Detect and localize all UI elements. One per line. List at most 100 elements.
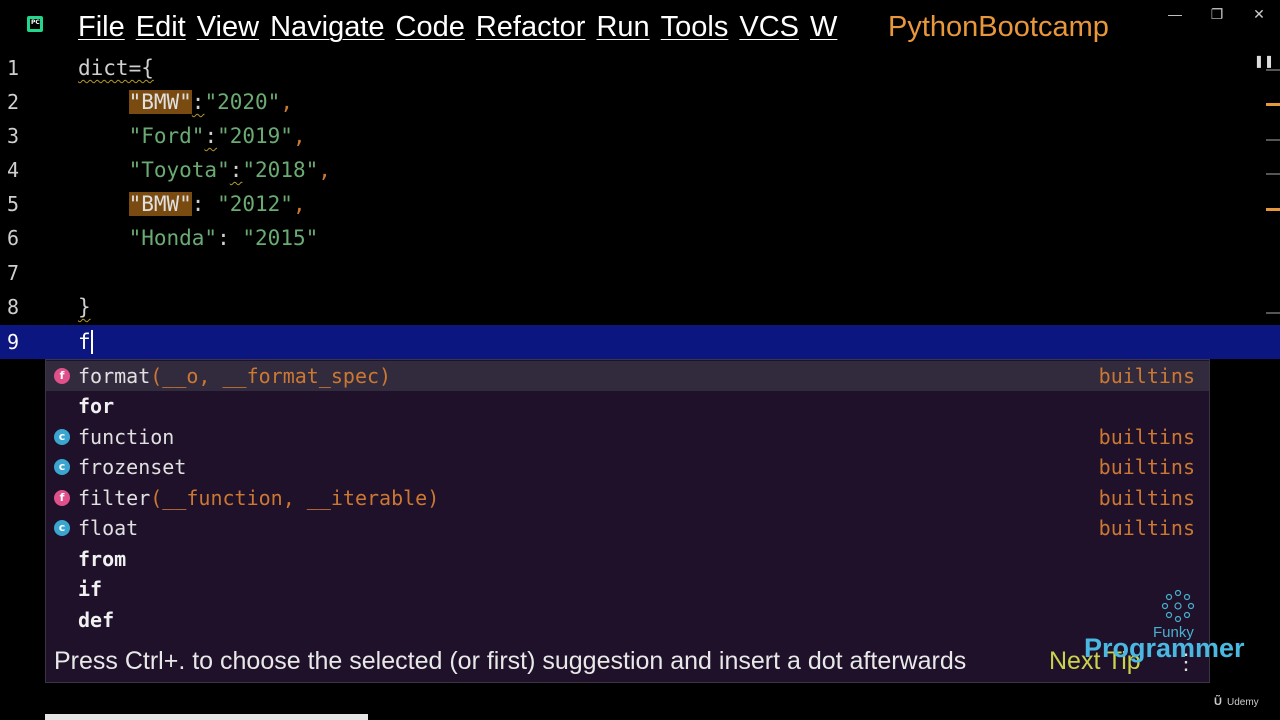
line-number: 8 (7, 295, 20, 319)
stripe-marker[interactable] (1266, 208, 1280, 211)
comma: , (318, 158, 331, 182)
current-line: 9 f (0, 325, 1280, 359)
completion-item[interactable]: for (46, 391, 1209, 421)
error-stripe[interactable]: ❚❚ (1254, 50, 1280, 720)
completion-item[interactable]: c function builtins (46, 422, 1209, 452)
comma: , (292, 124, 306, 148)
menu-vcs[interactable]: VCS (739, 10, 799, 44)
completion-label: frozenset (78, 455, 187, 479)
menu-code[interactable]: Code (396, 10, 465, 44)
window-controls: — ❐ ✕ (1168, 6, 1266, 23)
line-number: 2 (7, 90, 20, 114)
dict-value: "2015" (242, 226, 319, 250)
dict-key: "BMW" (128, 90, 192, 114)
line-number: 5 (7, 192, 20, 216)
code-text: "Honda": "2015" (78, 221, 319, 255)
menu-edit[interactable]: Edit (136, 10, 186, 44)
menu-navigate[interactable]: Navigate (270, 10, 384, 44)
stripe-marker[interactable] (1266, 173, 1280, 175)
code-text: "Ford":"2019", (78, 119, 306, 153)
code-text: "BMW":"2020", (78, 85, 293, 119)
completion-item[interactable]: if (46, 574, 1209, 604)
line-number: 3 (7, 124, 20, 148)
dict-value: "2019" (217, 124, 293, 148)
udemy-logo-icon: Ũ (1214, 696, 1222, 708)
restore-icon[interactable]: ❐ (1210, 6, 1224, 23)
dict-key: "Ford" (128, 124, 205, 148)
code-text: "Toyota":"2018", (78, 153, 331, 187)
completion-label: def (78, 608, 115, 632)
stripe-marker[interactable] (1266, 312, 1280, 314)
completion-item[interactable]: from (46, 544, 1209, 574)
project-name: PythonBootcamp (888, 11, 1109, 43)
udemy-watermark: Udemy (1227, 697, 1259, 708)
completion-name: format(__o, __format_spec) (78, 361, 391, 391)
title-bar: PC File Edit View Navigate Code Refactor… (0, 0, 1280, 50)
menu-refactor[interactable]: Refactor (476, 10, 586, 44)
dict-identifier: dict={ (78, 56, 154, 80)
dict-key: "Honda" (128, 226, 218, 250)
dict-value: "2020" (204, 90, 281, 114)
completion-label: for (78, 394, 115, 418)
minimize-icon[interactable]: — (1168, 6, 1182, 23)
key-separator: : (191, 192, 218, 216)
completion-item[interactable]: def (46, 605, 1209, 635)
key-separator: : (204, 124, 218, 148)
code-line: 8 } (0, 290, 1280, 324)
dict-value: "2012" (217, 192, 293, 216)
completion-item[interactable]: f filter(__function, __iterable) builtin… (46, 483, 1209, 513)
line-number: 9 (7, 330, 20, 354)
completion-label: float (78, 516, 139, 540)
completion-source: builtins (1098, 486, 1195, 510)
menu-window[interactable]: W (810, 10, 837, 44)
comma: , (280, 90, 293, 114)
code-line: 7 (0, 256, 1280, 290)
function-kind-icon: f (54, 368, 70, 384)
pycharm-icon: PC (27, 16, 43, 32)
line-number: 4 (7, 158, 20, 182)
code-text: dict={ (78, 51, 154, 85)
menu-run[interactable]: Run (596, 10, 649, 44)
function-kind-icon: f (54, 490, 70, 506)
completion-label: function (78, 425, 175, 449)
code-line: 1 dict={ (0, 51, 1280, 85)
key-separator: : (229, 158, 243, 182)
completion-params: (__function, __iterable) (150, 486, 440, 510)
completion-source: builtins (1098, 516, 1195, 540)
code-line: 5 "BMW": "2012", (0, 187, 1280, 221)
stripe-marker[interactable] (1266, 103, 1280, 106)
stripe-marker[interactable] (1266, 69, 1280, 71)
inspection-icon[interactable]: ❚❚ (1254, 54, 1274, 68)
line-number: 7 (7, 261, 20, 285)
completion-source: builtins (1098, 425, 1195, 449)
completion-item[interactable]: c float builtins (46, 513, 1209, 543)
code-line: 2 "BMW":"2020", (0, 85, 1280, 119)
close-icon[interactable]: ✕ (1252, 6, 1266, 23)
code-text: } (78, 295, 91, 319)
completion-label: format (78, 364, 151, 388)
class-kind-icon: c (54, 429, 70, 445)
menu-tools[interactable]: Tools (661, 10, 729, 44)
code-text: f (78, 325, 93, 359)
completion-label: from (78, 547, 127, 571)
key-separator: : (191, 90, 205, 114)
funky-programmer-logo-icon (1161, 589, 1195, 623)
completion-source: builtins (1098, 364, 1195, 388)
line-number: 1 (7, 56, 20, 80)
dict-key: "Toyota" (128, 158, 230, 182)
class-kind-icon: c (54, 520, 70, 536)
code-line: 6 "Honda": "2015" (0, 221, 1280, 255)
main-menu: File Edit View Navigate Code Refactor Ru… (78, 10, 837, 44)
completion-item[interactable]: c frozenset builtins (46, 452, 1209, 482)
completion-item[interactable]: f format(__o, __format_spec) builtins (46, 361, 1209, 391)
completion-popup: f format(__o, __format_spec) builtins fo… (45, 359, 1210, 683)
code-line: 4 "Toyota":"2018", (0, 153, 1280, 187)
dict-value: "2018" (242, 158, 319, 182)
menu-view[interactable]: View (197, 10, 259, 44)
line-number: 6 (7, 226, 20, 250)
completion-name: filter(__function, __iterable) (78, 483, 439, 513)
video-progress-bar (45, 714, 368, 720)
menu-file[interactable]: File (78, 10, 125, 44)
stripe-marker[interactable] (1266, 139, 1280, 141)
key-separator: : (217, 226, 243, 250)
